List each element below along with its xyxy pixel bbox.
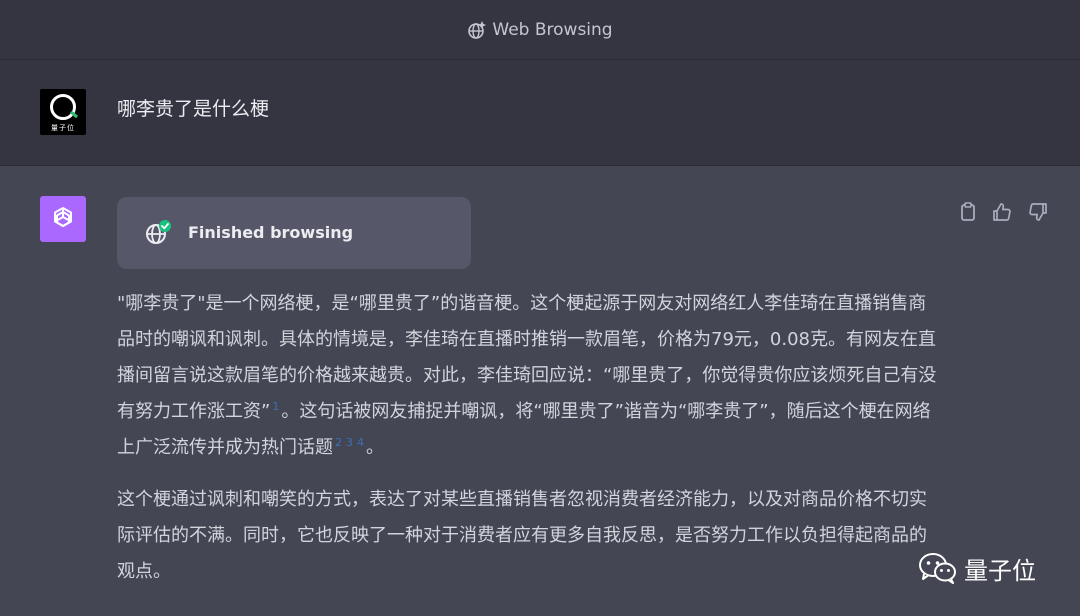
answer-paragraph-2: 这个梗通过讽刺和嘲笑的方式，表达了对某些直播销售者忽视消费者经济能力，以及对商品… [117, 489, 927, 582]
assistant-avatar [40, 196, 86, 242]
browsing-status-label: Finished browsing [188, 223, 354, 242]
user-avatar: 量子位 [40, 89, 86, 135]
answer-text-c: 。 [366, 437, 384, 458]
plugin-globe-icon [468, 20, 487, 39]
globe-check-icon [146, 220, 171, 244]
header-title: Web Browsing [492, 19, 613, 40]
quantum-bit-logo-icon [50, 94, 76, 120]
watermark: 量子位 [918, 550, 1036, 586]
watermark-text: 量子位 [964, 556, 1036, 585]
thumbs-down-icon[interactable] [1027, 201, 1049, 223]
browsing-status-card[interactable]: Finished browsing [117, 197, 471, 269]
user-message-row: 量子位 哪李贵了是什么梗 [0, 60, 1080, 166]
assistant-message: "哪李贵了"是一个网络梗，是“哪里贵了”的谐音梗。这个梗起源于网友对网络红人李佳… [117, 286, 937, 590]
thumbs-up-icon[interactable] [991, 201, 1013, 223]
citation-link-2[interactable]: 2 [335, 436, 342, 449]
wechat-icon [919, 553, 956, 584]
message-actions [957, 201, 1051, 225]
answer-paragraph-1: "哪李贵了"是一个网络梗，是“哪里贵了”的谐音梗。这个梗起源于网友对网络红人李佳… [117, 286, 937, 466]
citation-link-4[interactable]: 4 [357, 436, 364, 449]
clipboard-icon[interactable] [957, 201, 979, 223]
citation-link-3[interactable]: 3 [346, 436, 353, 449]
openai-logo-icon [54, 207, 72, 227]
avatar-logo-text: 量子位 [51, 124, 75, 132]
header-bar: Web Browsing [0, 0, 1080, 60]
user-message-text: 哪李贵了是什么梗 [117, 98, 270, 120]
citation-link-1[interactable]: 1 [272, 400, 279, 413]
